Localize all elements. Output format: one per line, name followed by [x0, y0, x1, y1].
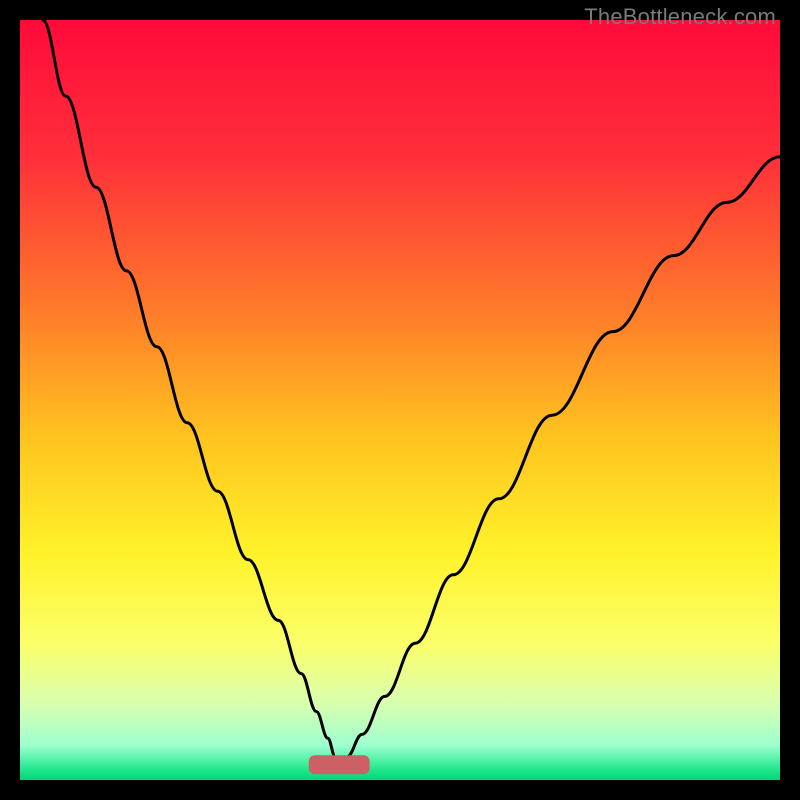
- watermark-text: TheBottleneck.com: [584, 4, 776, 30]
- optimal-marker: [309, 755, 370, 774]
- chart-frame: [20, 20, 780, 780]
- bottleneck-chart: [20, 20, 780, 780]
